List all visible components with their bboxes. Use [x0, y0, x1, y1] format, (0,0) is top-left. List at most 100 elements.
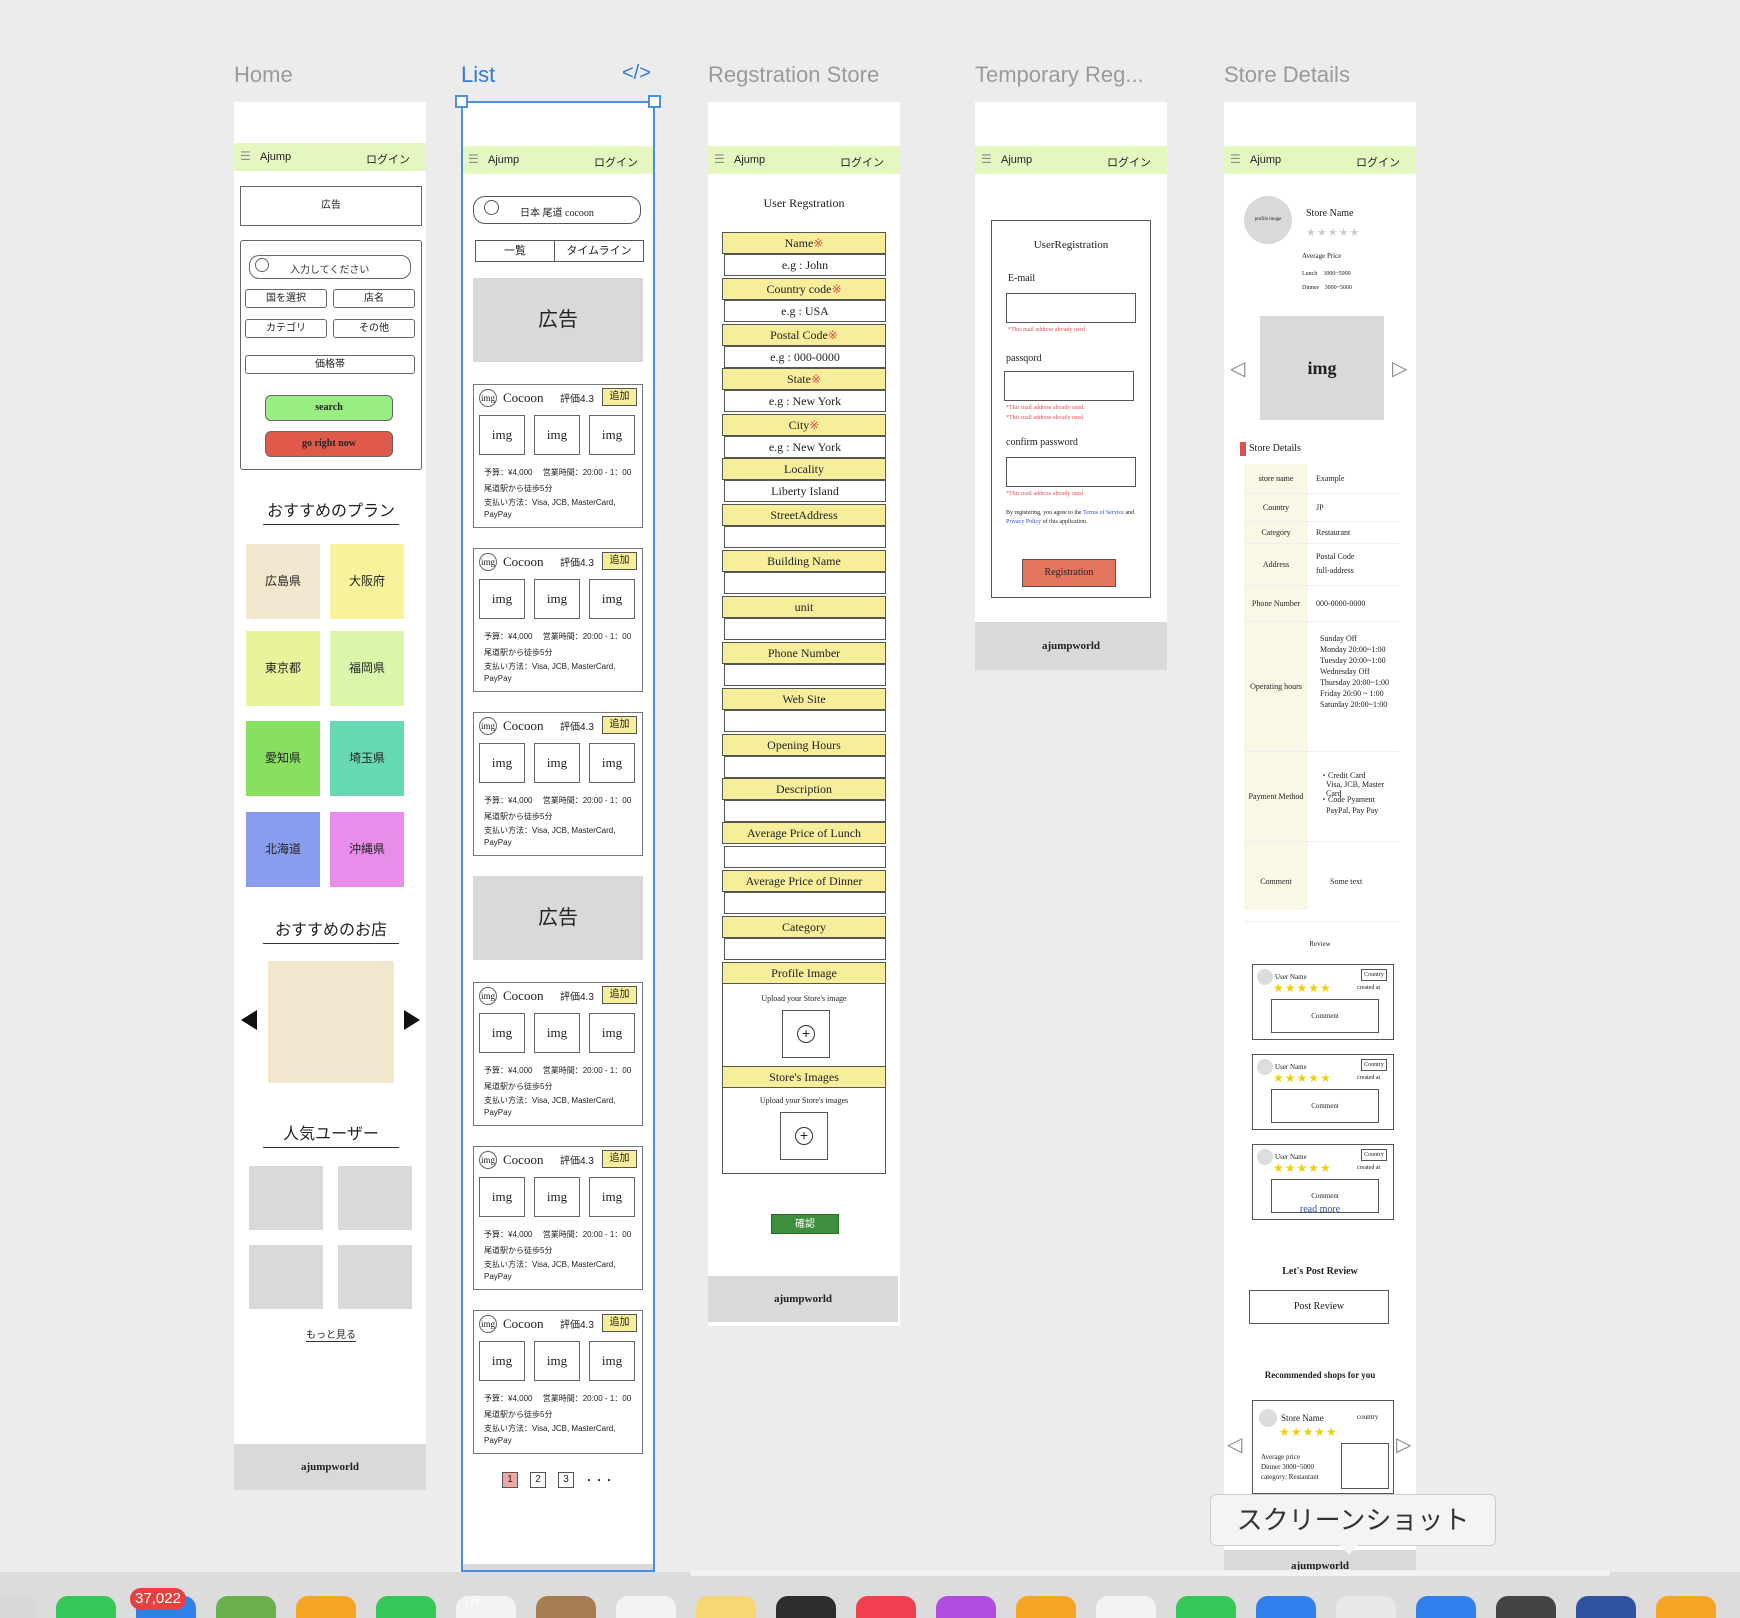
dock-app-icon[interactable]: [1096, 1596, 1156, 1618]
store-image[interactable]: img: [479, 1013, 525, 1053]
post-review-button[interactable]: Post Review: [1249, 1290, 1389, 1324]
field-input[interactable]: e.g : New York: [724, 436, 886, 458]
menu-icon[interactable]: ☰: [714, 152, 725, 166]
prefecture-tile[interactable]: 広島県: [246, 544, 320, 619]
filter-store-name[interactable]: 店名: [333, 289, 415, 308]
dock-app-icon[interactable]: [0, 1596, 36, 1618]
upload-images-button[interactable]: +: [780, 1112, 828, 1160]
field-input[interactable]: e.g : New York: [724, 390, 886, 412]
review-card[interactable]: User Name ★★★★★ Country created at Comment: [1252, 964, 1394, 1040]
store-image[interactable]: img: [589, 415, 635, 455]
frame-title-temp-reg[interactable]: Temporary Reg...: [975, 62, 1144, 88]
field-input[interactable]: e.g : 000-0000: [724, 346, 886, 368]
list-ad-2[interactable]: 広告: [473, 876, 643, 960]
store-name[interactable]: Cocoon: [503, 988, 543, 1004]
field-input[interactable]: [724, 892, 886, 914]
dock-app-icon[interactable]: [376, 1596, 436, 1618]
store-image[interactable]: img: [589, 1177, 635, 1217]
menu-icon[interactable]: ☰: [468, 152, 479, 166]
login-link[interactable]: ログイン: [1356, 154, 1400, 170]
tab-list[interactable]: 一覧: [475, 240, 555, 262]
dock-app-icon[interactable]: [1496, 1596, 1556, 1618]
store-image[interactable]: img: [534, 1013, 580, 1053]
prefecture-tile[interactable]: 東京都: [246, 631, 320, 706]
image-next-icon[interactable]: ▷: [1392, 356, 1407, 381]
filter-price[interactable]: 価格帯: [245, 355, 415, 374]
upload-profile-button[interactable]: +: [782, 1010, 830, 1058]
add-button[interactable]: 追加: [602, 388, 637, 406]
menu-icon[interactable]: ☰: [1230, 152, 1241, 166]
list-ad-1[interactable]: 広告: [473, 278, 643, 362]
field-input[interactable]: [724, 618, 886, 640]
dock-app-icon[interactable]: [1176, 1596, 1236, 1618]
store-image[interactable]: img: [479, 1341, 525, 1381]
frame-title-home[interactable]: Home: [234, 62, 293, 88]
store-card[interactable]: img Cocoon 評価4.3 追加 img img img 予算：¥4,000 営業時間：…: [473, 982, 643, 1126]
code-icon[interactable]: </>: [622, 62, 651, 85]
store-name[interactable]: Cocoon: [503, 390, 543, 406]
user-tile[interactable]: [249, 1245, 323, 1309]
user-tile[interactable]: [338, 1166, 412, 1230]
image-prev-icon[interactable]: ◁: [1230, 356, 1245, 381]
dock-app-icon[interactable]: [696, 1596, 756, 1618]
login-link[interactable]: ログイン: [366, 151, 410, 167]
add-button[interactable]: 追加: [602, 986, 637, 1004]
privacy-link[interactable]: Privacy Policy: [1006, 519, 1041, 525]
scrollbar[interactable]: [690, 1570, 1610, 1576]
carousel-prev-arrow[interactable]: [241, 1010, 257, 1030]
store-card[interactable]: img Cocoon 評価4.3 追加 img img img 予算：¥4,000 営業時間：…: [473, 1146, 643, 1290]
registration-button[interactable]: Registration: [1022, 559, 1116, 587]
store-image[interactable]: img: [589, 579, 635, 619]
field-input[interactable]: Liberty Island: [724, 480, 886, 502]
field-input[interactable]: [724, 846, 886, 868]
prefecture-tile[interactable]: 北海道: [246, 812, 320, 887]
dock-app-icon[interactable]: [1576, 1596, 1636, 1618]
store-image[interactable]: img: [589, 1013, 635, 1053]
user-tile[interactable]: [249, 1166, 323, 1230]
dock-app-icon[interactable]: [856, 1596, 916, 1618]
logo[interactable]: Ajump: [1250, 154, 1281, 166]
dock-app-icon[interactable]: [936, 1596, 996, 1618]
store-image[interactable]: img: [479, 579, 525, 619]
review-card[interactable]: User Name ★★★★★ Country created at Comment: [1252, 1054, 1394, 1130]
frame-title-store-details[interactable]: Store Details: [1224, 62, 1350, 88]
dock-app-icon[interactable]: [776, 1596, 836, 1618]
logo[interactable]: Ajump: [488, 154, 519, 166]
confirm-password-field[interactable]: [1006, 457, 1136, 487]
confirm-button[interactable]: 確認: [771, 1214, 839, 1234]
user-tile[interactable]: [338, 1245, 412, 1309]
search-input[interactable]: 入力してください: [249, 255, 411, 279]
resize-handle[interactable]: [648, 95, 661, 108]
frame-title-list[interactable]: List: [461, 62, 495, 88]
dock-app-icon[interactable]: [216, 1596, 276, 1618]
field-input[interactable]: [724, 800, 886, 822]
carousel-next-arrow[interactable]: [404, 1010, 420, 1030]
field-input[interactable]: e.g : USA: [724, 300, 886, 322]
dock-app-icon[interactable]: [536, 1596, 596, 1618]
store-name[interactable]: Cocoon: [503, 1152, 543, 1168]
shop-carousel-image[interactable]: [268, 961, 394, 1083]
menu-icon[interactable]: ☰: [240, 149, 251, 163]
field-input[interactable]: [724, 756, 886, 778]
field-input[interactable]: [724, 664, 886, 686]
store-card[interactable]: img Cocoon 評価4.3 追加 img img img 予算：¥4,000 営業時間：…: [473, 1310, 643, 1454]
rec-next-icon[interactable]: ▷: [1396, 1432, 1411, 1457]
password-field[interactable]: [1004, 371, 1134, 401]
tab-timeline[interactable]: タイムライン: [554, 240, 644, 262]
logo[interactable]: Ajump: [260, 151, 291, 163]
prefecture-tile[interactable]: 埼玉県: [330, 721, 404, 796]
resize-handle[interactable]: [455, 95, 468, 108]
dock-app-icon[interactable]: [1016, 1596, 1076, 1618]
page-1-button[interactable]: 1: [502, 1472, 518, 1488]
search-button[interactable]: search: [265, 395, 393, 421]
rec-prev-icon[interactable]: ◁: [1227, 1432, 1242, 1457]
filter-category[interactable]: カテゴリ: [245, 319, 327, 338]
store-image[interactable]: img: [534, 1177, 580, 1217]
dock-app-icon[interactable]: [296, 1596, 356, 1618]
ad-banner[interactable]: 広告: [240, 186, 422, 226]
logo[interactable]: Ajump: [1001, 154, 1032, 166]
store-image[interactable]: img: [1260, 316, 1384, 420]
store-image[interactable]: img: [534, 1341, 580, 1381]
login-link[interactable]: ログイン: [1107, 154, 1151, 170]
dock-app-icon[interactable]: [1336, 1596, 1396, 1618]
